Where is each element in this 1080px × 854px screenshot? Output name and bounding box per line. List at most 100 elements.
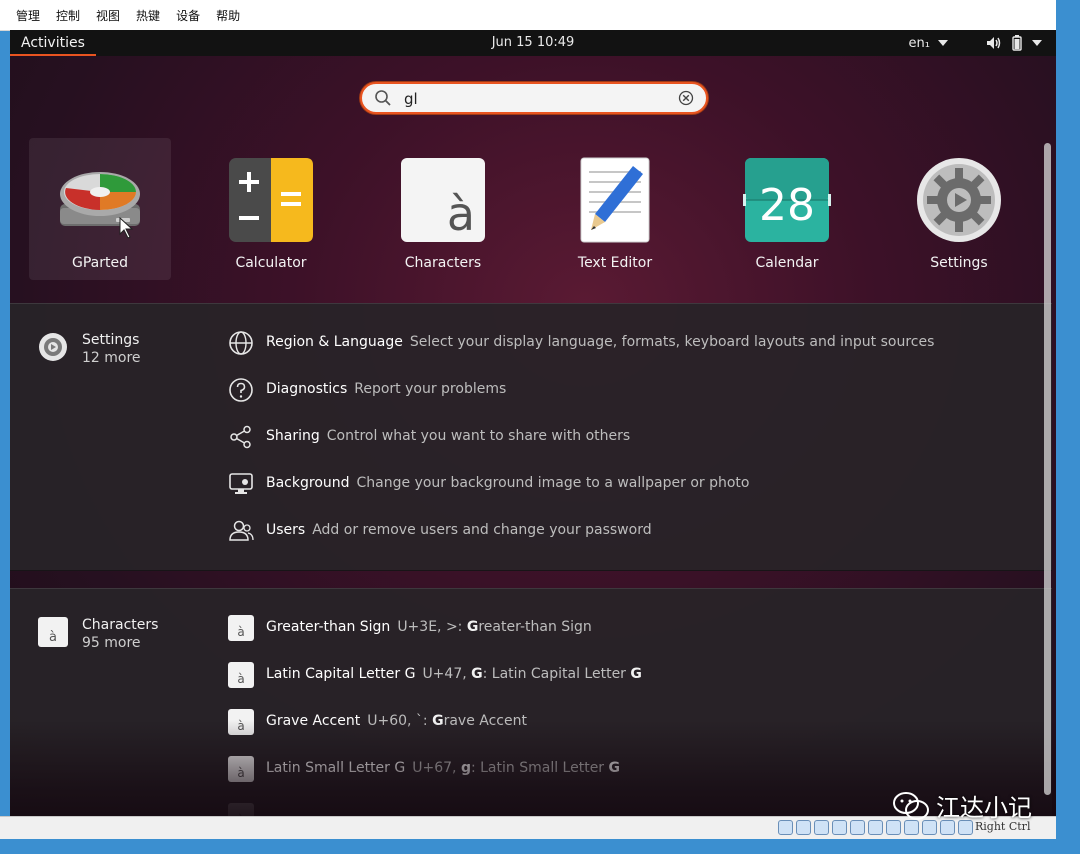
vbox-menubar: 管理 控制 视图 热键 设备 帮助 [0,0,1056,31]
result-title: Latin Small Letter G [266,760,406,776]
app-characters[interactable]: à Characters [372,138,514,280]
result-description: U+60, `: Grave Accent [367,713,527,729]
characters-icon: à [228,803,254,816]
app-label: Settings [930,255,988,271]
vbox-menu-help[interactable]: 帮助 [208,7,248,24]
characters-provider-header[interactable]: à Characters 95 more [38,617,218,657]
results-scrollbar[interactable] [1044,143,1051,795]
share-icon [230,425,251,449]
characters-icon: à [228,615,254,641]
result-region-language[interactable]: Region & Language Select your display lan… [228,328,1028,358]
provider-name: Characters [82,617,159,633]
battery-icon[interactable] [1010,35,1024,51]
result-title: Background [266,475,350,491]
vbox-menu-view[interactable]: 视图 [88,7,128,24]
characters-icon: à [228,709,254,735]
settings-icon [39,333,67,361]
result-greater-than-sign[interactable]: à Greater-than Sign U+3E, >: Greater-than… [228,613,1028,643]
clear-search-icon[interactable] [678,90,694,106]
result-title: Latin Capital Letter G [266,666,416,682]
gparted-icon [60,172,140,239]
hard-disk-icon[interactable] [778,820,793,835]
app-text-editor[interactable]: Text Editor [544,138,686,280]
clock-container: Jun 15 10:49 [10,30,1056,56]
calendar-day: 28 [759,180,815,231]
calendar-icon: 28 [743,158,831,242]
app-label: Calendar [755,255,819,271]
search-icon [375,90,391,106]
vbox-menu-devices[interactable]: 设备 [168,7,208,24]
provider-more-count: 12 more [82,350,141,366]
result-title: Grave Accent [266,713,361,729]
watermark: 江达小记 [892,788,1032,823]
result-background[interactable]: Background Change your background image t… [228,469,1028,499]
result-description: U+67, g: Latin Small Letter G [412,760,621,776]
svg-text:à: à [447,187,475,241]
settings-provider-header[interactable]: Settings 12 more [38,332,218,372]
characters-icon: à [228,662,254,688]
vbox-menu-manage[interactable]: 管理 [0,7,48,24]
optical-drive-icon[interactable] [796,820,811,835]
chevron-down-icon[interactable] [938,40,948,46]
display-icon [229,473,253,494]
vbox-menu-control[interactable]: 控制 [48,7,88,24]
result-description: U+47, G: Latin Capital Letter G [422,666,642,682]
result-sharing[interactable]: Sharing Control what you want to share wi… [228,422,1028,452]
settings-icon [917,158,1001,242]
watermark-text: 江达小记 [936,794,1032,822]
app-label: Calculator [235,255,307,271]
result-diagnostics[interactable]: Diagnostics Report your problems [228,375,1028,405]
ubuntu-desktop: Activities Jun 15 10:49 en₁ gl GParted C… [10,30,1056,816]
result-grave-accent[interactable]: à Grave Accent U+60, `: Grave Accent [228,707,1028,737]
result-description: Report your problems [354,381,507,397]
volume-icon[interactable] [986,36,1002,50]
app-results-grid: GParted Calculator à Characters Text Edi… [10,138,1056,282]
result-latin-capital-g[interactable]: à Latin Capital Letter G U+47, G: Latin C… [228,660,1028,690]
result-title: Greater-than Sign [266,619,391,635]
result-latin-small-g[interactable]: à Latin Small Letter G U+67, g: Latin Sma… [228,754,1028,784]
search-box[interactable] [360,82,708,114]
shared-folder-icon[interactable] [868,820,883,835]
usb-icon[interactable] [850,820,865,835]
audio-icon[interactable] [814,820,829,835]
network-icon[interactable] [832,820,847,835]
result-description: Add or remove users and change your pass… [312,522,652,538]
help-icon [229,378,253,402]
provider-name: Settings [82,332,140,348]
gnome-top-bar: Activities Jun 15 10:49 en₁ [10,30,1056,56]
result-description: Select your display language, formats, k… [409,334,935,350]
wechat-icon [893,791,929,820]
result-title: Sharing [266,428,320,444]
calculator-icon [229,158,313,242]
app-gparted[interactable]: GParted [29,138,171,280]
app-label: GParted [72,255,128,271]
settings-search-provider: Settings 12 more Region & Language Select… [10,303,1052,571]
app-label: Text Editor [577,255,653,271]
result-title: Diagnostics [266,381,348,397]
users-icon [229,520,254,541]
result-description: U+3E, >: Greater-than Sign [397,619,592,635]
text-editor-icon [580,157,650,243]
search-input[interactable] [402,86,666,112]
window-edge-right [1056,0,1080,854]
system-menu-arrow-icon[interactable] [1032,40,1042,46]
app-settings[interactable]: Settings [888,138,1030,280]
provider-more-count: 95 more [82,635,141,651]
result-description: Control what you want to share with othe… [326,428,631,444]
app-calendar[interactable]: 28 Calendar [716,138,858,280]
vbox-menu-hotkeys[interactable]: 热键 [128,7,168,24]
activities-button[interactable]: Activities [10,30,96,56]
app-label: Characters [404,255,482,271]
characters-icon: à [38,617,68,647]
characters-icon: à [401,158,485,242]
app-calculator[interactable]: Calculator [200,138,342,280]
input-language-indicator[interactable]: en₁ [909,36,930,51]
window-edge-bottom [0,838,1080,854]
characters-icon: à [228,756,254,782]
result-title: Users [266,522,306,538]
clock[interactable]: Jun 15 10:49 [492,35,575,50]
result-users[interactable]: Users Add or remove users and change your… [228,516,1028,546]
result-description: Change your background image to a wallpa… [356,475,750,491]
result-title: Region & Language [266,334,403,350]
globe-icon [229,331,253,355]
